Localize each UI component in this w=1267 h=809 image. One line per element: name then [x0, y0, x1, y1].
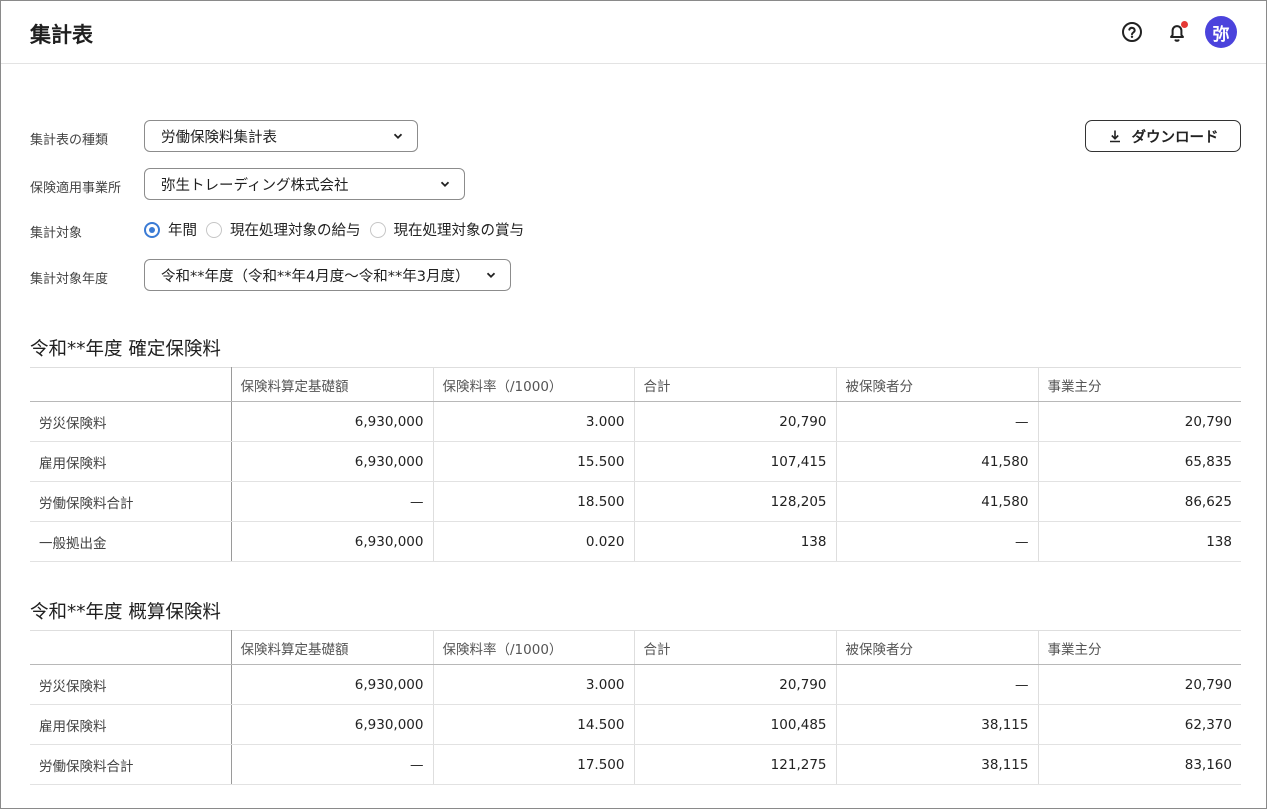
column-header: 被保険者分: [835, 630, 1038, 665]
office-select-value: 弥生トレーディング株式会社: [161, 177, 349, 194]
table-cell: 6,930,000: [230, 521, 433, 562]
chevron-down-icon: [393, 133, 403, 139]
radio-label: 年間: [168, 223, 197, 239]
table-cell: 20,790: [633, 664, 836, 705]
table-cell: 38,115: [835, 744, 1038, 785]
column-header: 被保険者分: [835, 367, 1038, 402]
table-cell: 65,835: [1037, 441, 1241, 482]
table-row: 雇用保険料 6,930,000 14.500 100,485 38,115 62,370: [30, 704, 1241, 745]
type-select-value: 労働保険料集計表: [161, 129, 277, 146]
table-cell: 38,115: [835, 704, 1038, 745]
table-cell: —: [835, 521, 1038, 562]
radio-current-salary[interactable]: 現在処理対象の給与: [206, 219, 361, 240]
estimated-title: 令和**年度 概算保険料: [30, 602, 221, 623]
radio-button[interactable]: [206, 221, 222, 238]
table-cell: 20,790: [1037, 664, 1241, 705]
radio-label: 現在処理対象の賞与: [393, 223, 525, 239]
year-label: 集計対象年度: [30, 272, 109, 287]
table-cell: 128,205: [633, 481, 836, 522]
table-cell: 41,580: [835, 441, 1038, 482]
column-header: 事業主分: [1037, 630, 1241, 665]
column-header: 保険料率（/1000）: [432, 367, 634, 402]
app-window: 集計表 弥 集計表の種類 労働保険料集計表 保険適用事業所 弥生トレーディング株…: [0, 0, 1267, 809]
table-row: 雇用保険料 6,930,000 15.500 107,415 41,580 65,835: [30, 441, 1241, 482]
radio-current-bonus[interactable]: 現在処理対象の賞与: [369, 219, 525, 240]
row-label: 雇用保険料: [30, 704, 232, 745]
table-cell: 6,930,000: [230, 441, 433, 482]
table-cell: 138: [633, 521, 836, 562]
table-cell: —: [230, 744, 433, 785]
target-label: 集計対象: [30, 226, 83, 241]
table-cell: 20,790: [633, 401, 836, 442]
type-select[interactable]: 労働保険料集計表: [144, 120, 418, 152]
type-label: 集計表の種類: [30, 133, 109, 148]
table-cell: 100,485: [633, 704, 836, 745]
column-header: 保険料算定基礎額: [230, 630, 433, 665]
radio-annual[interactable]: 年間: [144, 219, 197, 240]
table-cell: 6,930,000: [230, 664, 433, 705]
download-icon: [1109, 130, 1120, 143]
page-title: 集計表: [30, 23, 93, 47]
avatar[interactable]: 弥: [1205, 16, 1237, 48]
chevron-down-icon: [486, 272, 496, 278]
table-row: 労災保険料 6,930,000 3.000 20,790—20,790: [30, 664, 1241, 705]
row-label: 一般拠出金: [30, 521, 232, 562]
table-cell: 17.500: [432, 744, 634, 785]
table-cell: 107,415: [633, 441, 836, 482]
table-cell: 18.500: [432, 481, 634, 522]
table-cell: 20,790: [1037, 401, 1241, 442]
column-header: [30, 367, 232, 402]
estimated-table: 保険料算定基礎額 保険料率（/1000） 合計 被保険者分 事業主分 労災保険料 6,930…: [30, 630, 1241, 785]
header: 集計表 弥: [1, 1, 1266, 64]
row-label: 雇用保険料: [30, 441, 232, 482]
table-cell: —: [835, 401, 1038, 442]
year-select[interactable]: 令和**年度（令和**年4月度〜令和**年3月度）: [144, 259, 511, 291]
help-icon[interactable]: [1120, 20, 1144, 44]
table-cell: 0.020: [432, 521, 634, 562]
table-cell: —: [230, 481, 433, 522]
notification-badge: [1181, 21, 1188, 28]
column-header: [30, 630, 232, 665]
table-cell: 138: [1037, 521, 1241, 562]
download-button[interactable]: ダウンロード: [1085, 120, 1241, 152]
year-select-value: 令和**年度（令和**年4月度〜令和**年3月度）: [161, 268, 470, 285]
column-header: 合計: [633, 367, 836, 402]
table-row: 労災保険料 6,930,000 3.000 20,790—20,790: [30, 401, 1241, 442]
table-cell: 3.000: [432, 664, 634, 705]
table-cell: 121,275: [633, 744, 836, 785]
table-cell: 15.500: [432, 441, 634, 482]
column-header: 保険料算定基礎額: [230, 367, 433, 402]
table-cell: 6,930,000: [230, 401, 433, 442]
table-cell: 6,930,000: [230, 704, 433, 745]
table-cell: —: [835, 664, 1038, 705]
table-cell: 62,370: [1037, 704, 1241, 745]
column-header: 合計: [633, 630, 836, 665]
table-cell: 41,580: [835, 481, 1038, 522]
row-label: 労災保険料: [30, 664, 232, 705]
column-header: 保険料率（/1000）: [432, 630, 634, 665]
table-cell: 3.000: [432, 401, 634, 442]
table-row: 労働保険料合計 —18.500 128,205 41,580 86,625: [30, 481, 1241, 522]
office-select[interactable]: 弥生トレーディング株式会社: [144, 168, 465, 200]
table-cell: 83,160: [1037, 744, 1241, 785]
chevron-down-icon: [440, 181, 450, 187]
radio-button-checked[interactable]: [144, 221, 160, 238]
notification-bell-icon[interactable]: [1165, 20, 1189, 44]
download-label: ダウンロード: [1131, 129, 1219, 146]
row-label: 労働保険料合計: [30, 744, 232, 785]
confirmed-table: 保険料算定基礎額 保険料率（/1000） 合計 被保険者分 事業主分 労災保険料 6,930…: [30, 367, 1241, 562]
office-label: 保険適用事業所: [30, 181, 122, 196]
row-label: 労災保険料: [30, 401, 232, 442]
table-cell: 14.500: [432, 704, 634, 745]
row-label: 労働保険料合計: [30, 481, 232, 522]
confirmed-title: 令和**年度 確定保険料: [30, 339, 221, 360]
column-header: 事業主分: [1037, 367, 1241, 402]
table-row: 労働保険料合計 —17.500 121,275 38,115 83,160: [30, 744, 1241, 785]
target-radio-group: 年間 現在処理対象の給与 現在処理対象の賞与: [144, 219, 533, 240]
radio-button[interactable]: [369, 221, 386, 238]
table-row: 一般拠出金 6,930,000 0.020 138—138: [30, 521, 1241, 562]
table-cell: 86,625: [1037, 481, 1241, 522]
radio-label: 現在処理対象の給与: [230, 223, 361, 239]
